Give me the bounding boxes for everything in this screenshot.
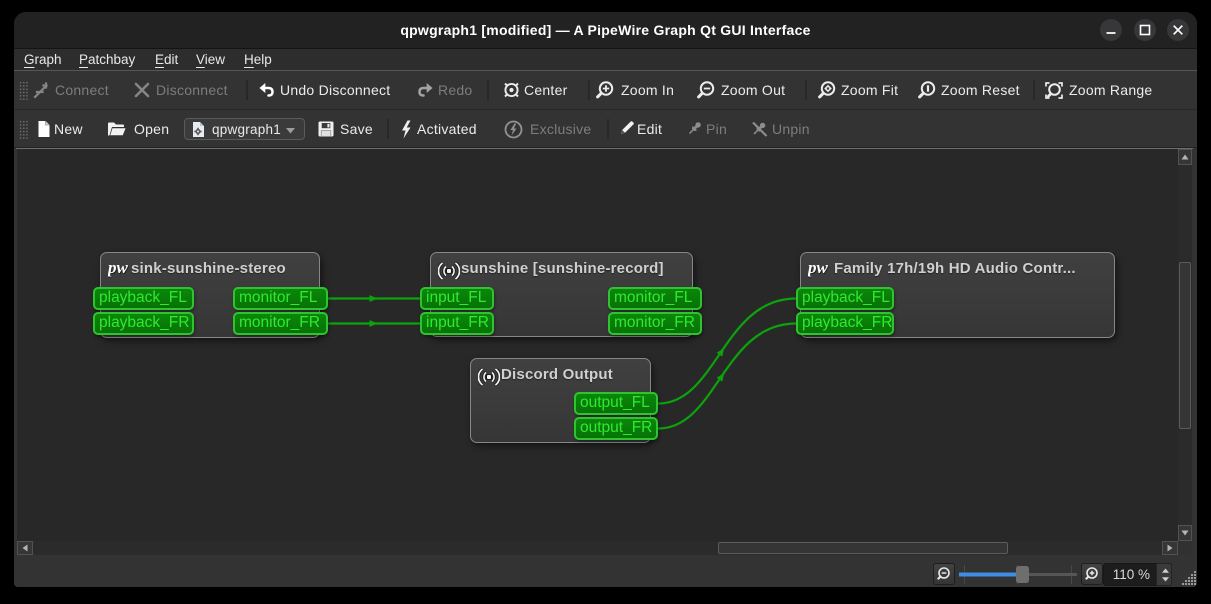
svg-text:pw: pw xyxy=(808,258,829,277)
svg-text:pw: pw xyxy=(108,258,129,277)
